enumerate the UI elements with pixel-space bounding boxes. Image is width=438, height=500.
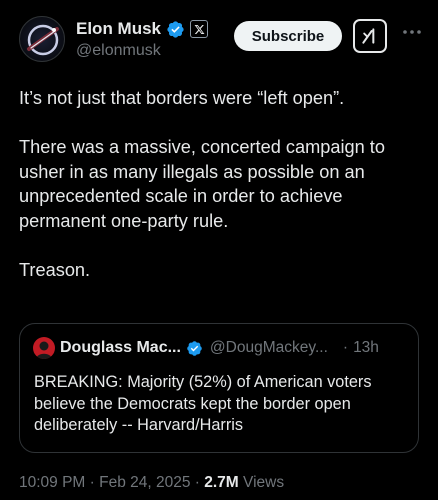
- quote-separator: ·: [342, 339, 349, 356]
- avatar-image: [27, 24, 59, 56]
- quote-text: BREAKING: Majority (52%) of American vot…: [34, 373, 372, 434]
- author-name-row: Elon Musk: [76, 18, 209, 40]
- quote-header: Douglass Mac... @DougMackey... · 13h: [33, 336, 379, 360]
- tweet-line-3: Treason.: [19, 259, 91, 280]
- grok-icon[interactable]: [353, 19, 387, 53]
- quote-author-name[interactable]: Douglass Mac...: [60, 339, 181, 357]
- quote-verified-badge-icon: [186, 340, 203, 357]
- quote-timestamp[interactable]: 13h: [353, 339, 379, 357]
- quote-tweet-card[interactable]: Douglass Mac... @DougMackey... · 13h BRE…: [19, 323, 419, 453]
- quote-author-avatar[interactable]: [33, 337, 55, 359]
- quote-author-handle[interactable]: @DougMackey...: [210, 339, 328, 357]
- tweet-meta: 10:09 PM · Feb 24, 2025 · 2.7M Views: [19, 474, 284, 492]
- verified-badge-icon: [166, 20, 185, 39]
- tweet-line-1: It’s not just that borders were “left op…: [19, 88, 345, 108]
- x-affiliate-icon: [190, 20, 209, 38]
- views-label: Views: [238, 474, 285, 491]
- tweet-text: It’s not just that borders were “left op…: [19, 86, 419, 282]
- author-name[interactable]: Elon Musk: [76, 19, 161, 39]
- tweet: Elon Musk @elonmusk Subscribe It’s not j…: [0, 0, 438, 500]
- tweet-timestamp[interactable]: 10:09 PM · Feb 24, 2025 ·: [19, 474, 204, 491]
- tweet-paragraph-2: There was a massive, concerted campaign …: [19, 137, 385, 231]
- author-handle[interactable]: @elonmusk: [76, 42, 161, 60]
- author-avatar[interactable]: [19, 16, 65, 62]
- subscribe-button[interactable]: Subscribe: [234, 21, 342, 51]
- views-count: 2.7M: [204, 474, 239, 491]
- more-icon[interactable]: [400, 22, 424, 42]
